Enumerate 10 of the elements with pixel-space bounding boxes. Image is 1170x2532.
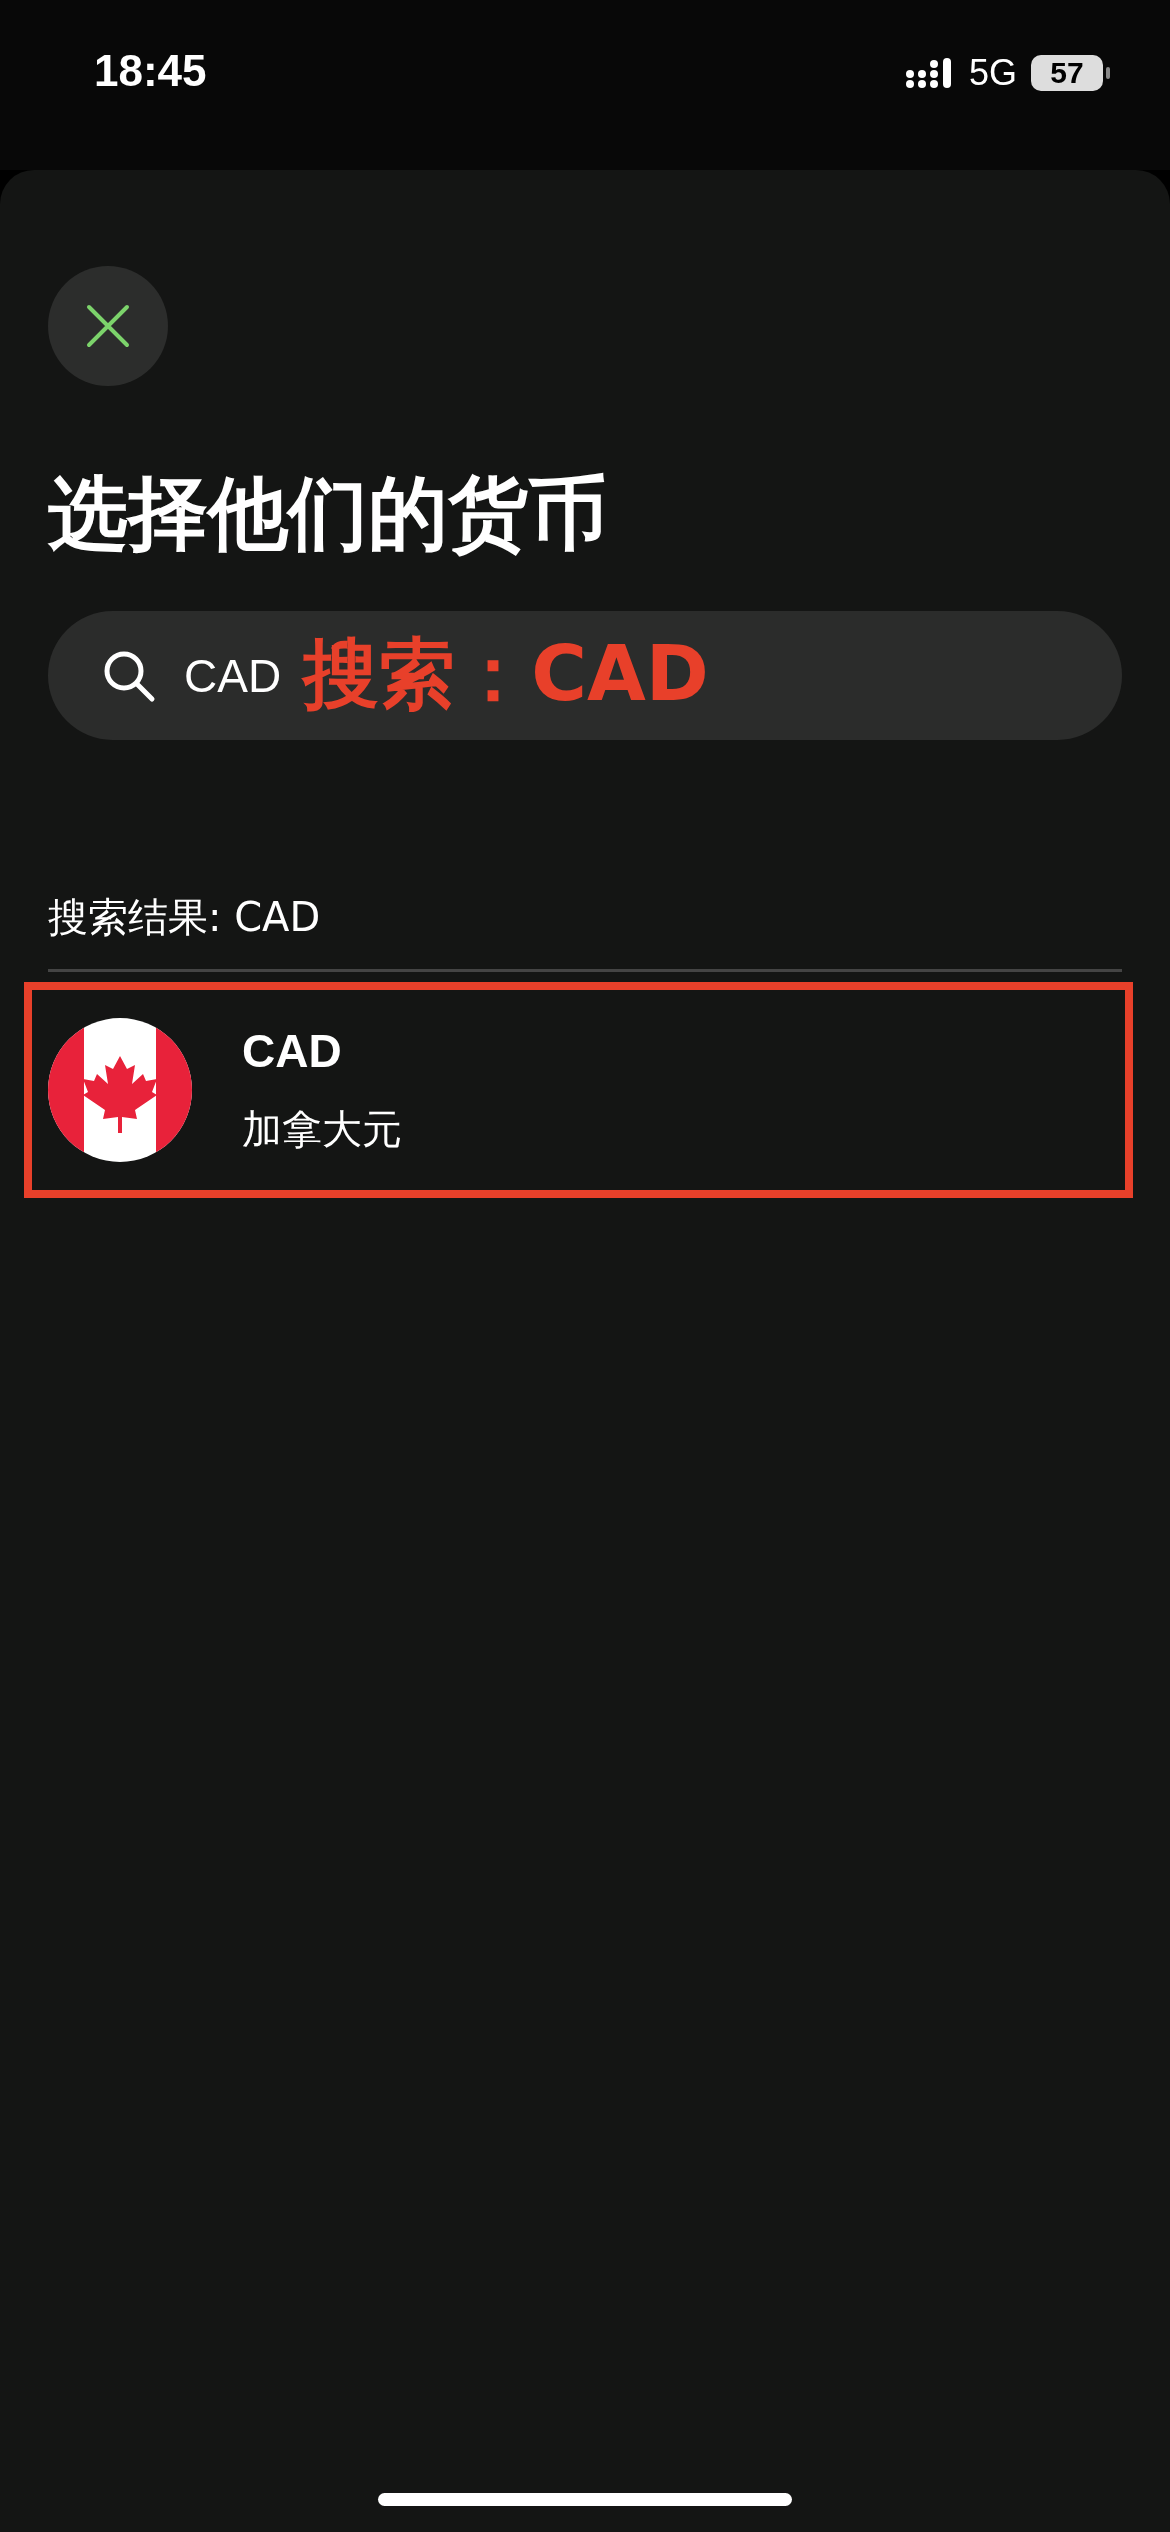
page-title: 选择他们的货币: [48, 470, 609, 558]
currency-row[interactable]: CAD 加拿大元: [48, 1018, 1122, 1162]
close-icon: [85, 303, 131, 349]
search-field[interactable]: CAD 搜索：CAD: [48, 611, 1122, 740]
results-heading: 搜索结果: CAD: [48, 893, 322, 942]
annotation-label: 搜索：CAD: [303, 628, 709, 720]
status-time: 18:45: [94, 46, 207, 96]
currency-code: CAD: [242, 1023, 343, 1078]
network-label: 5G: [968, 52, 1017, 94]
currency-name: 加拿大元: [242, 1104, 402, 1154]
